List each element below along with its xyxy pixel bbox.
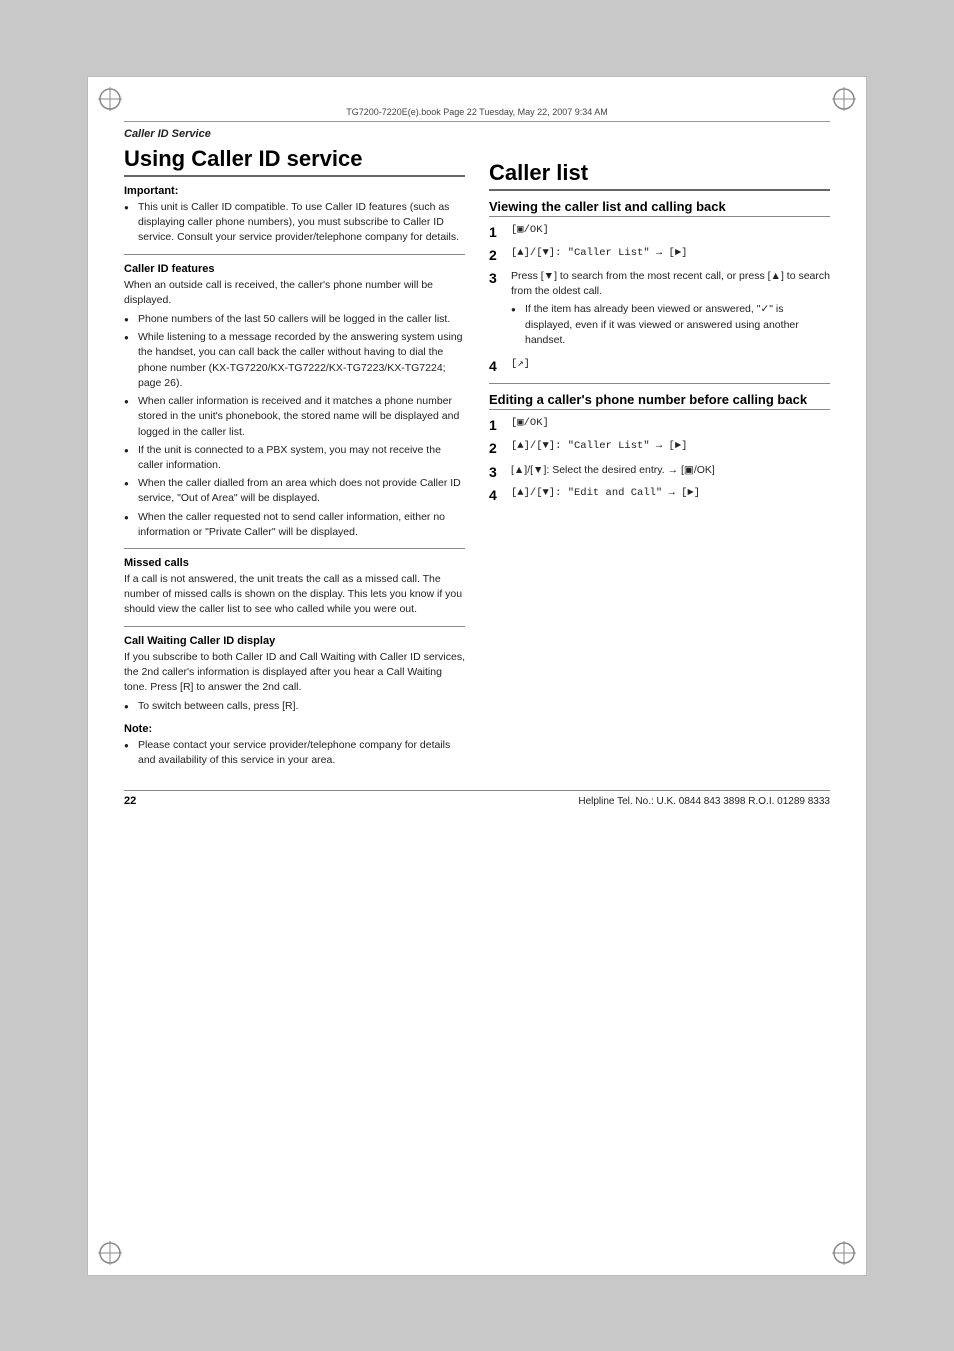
edit-section-heading: Editing a caller's phone number before c… bbox=[489, 392, 830, 410]
step-4: 4 [↗] bbox=[489, 357, 830, 375]
caller-id-bullets: Phone numbers of the last 50 callers wil… bbox=[124, 312, 465, 540]
list-item: When caller information is received and … bbox=[124, 394, 465, 440]
edit-step-2: 2 [▲]/[▼]: "Caller List" → [►] bbox=[489, 439, 830, 457]
right-main-heading: Caller list bbox=[489, 160, 830, 191]
list-item: This unit is Caller ID compatible. To us… bbox=[124, 200, 465, 246]
edit-step-1: 1 [▣/OK] bbox=[489, 416, 830, 434]
note-label: Note: bbox=[124, 723, 465, 735]
caller-id-features-heading: Caller ID features bbox=[124, 263, 465, 275]
call-waiting-text: If you subscribe to both Caller ID and C… bbox=[124, 650, 465, 696]
divider bbox=[124, 548, 465, 549]
view-section-heading: Viewing the caller list and calling back bbox=[489, 199, 830, 217]
step-3-bullets: If the item has already been viewed or a… bbox=[511, 302, 830, 348]
missed-calls-heading: Missed calls bbox=[124, 557, 465, 569]
list-item: If the item has already been viewed or a… bbox=[511, 302, 830, 348]
list-item: When the caller requested not to send ca… bbox=[124, 510, 465, 540]
list-item: When the caller dialled from an area whi… bbox=[124, 476, 465, 506]
edit-step-num-2: 2 bbox=[489, 439, 507, 457]
reg-mark-tr bbox=[830, 85, 858, 113]
divider bbox=[489, 383, 830, 384]
edit-step-content-3: [▲]/[▼]: Select the desired entry. → [▣/… bbox=[511, 463, 830, 478]
edit-step-num-3: 3 bbox=[489, 463, 507, 481]
note-bullets: Please contact your service provider/tel… bbox=[124, 738, 465, 768]
file-meta: TG7200-7220E(e).book Page 22 Tuesday, Ma… bbox=[124, 107, 830, 122]
edit-step-content-1: [▣/OK] bbox=[511, 416, 830, 431]
step-3: 3 Press [▼] to search from the most rece… bbox=[489, 269, 830, 352]
helpline-text: Helpline Tel. No.: U.K. 0844 843 3898 R.… bbox=[578, 796, 830, 807]
list-item: While listening to a message recorded by… bbox=[124, 330, 465, 391]
edit-step-4: 4 [▲]/[▼]: "Edit and Call" → [►] bbox=[489, 486, 830, 504]
call-waiting-heading: Call Waiting Caller ID display bbox=[124, 635, 465, 647]
divider bbox=[124, 254, 465, 255]
edit-step-num-4: 4 bbox=[489, 486, 507, 504]
step-2: 2 [▲]/[▼]: "Caller List" → [►] bbox=[489, 246, 830, 264]
important-label: Important: bbox=[124, 185, 465, 197]
step-content-3: Press [▼] to search from the most recent… bbox=[511, 269, 830, 352]
left-main-heading: Using Caller ID service bbox=[124, 146, 465, 177]
step-1: 1 [▣/OK] bbox=[489, 223, 830, 241]
document-page: TG7200-7220E(e).book Page 22 Tuesday, Ma… bbox=[87, 76, 867, 1276]
step-num-1: 1 bbox=[489, 223, 507, 241]
reg-mark-tl bbox=[96, 85, 124, 113]
caller-id-features-intro: When an outside call is received, the ca… bbox=[124, 278, 465, 308]
list-item: To switch between calls, press [R]. bbox=[124, 699, 465, 714]
step-content-4: [↗] bbox=[511, 357, 830, 372]
missed-calls-text: If a call is not answered, the unit trea… bbox=[124, 572, 465, 618]
divider bbox=[124, 626, 465, 627]
step-num-2: 2 bbox=[489, 246, 507, 264]
edit-step-num-1: 1 bbox=[489, 416, 507, 434]
important-bullets: This unit is Caller ID compatible. To us… bbox=[124, 200, 465, 246]
list-item: If the unit is connected to a PBX system… bbox=[124, 443, 465, 473]
list-item: Please contact your service provider/tel… bbox=[124, 738, 465, 768]
page-number: 22 bbox=[124, 795, 136, 807]
step-content-2: [▲]/[▼]: "Caller List" → [►] bbox=[511, 246, 830, 261]
step-content-1: [▣/OK] bbox=[511, 223, 830, 238]
section-label: Caller ID Service bbox=[124, 128, 830, 140]
reg-mark-br bbox=[830, 1239, 858, 1267]
list-item: Phone numbers of the last 50 callers wil… bbox=[124, 312, 465, 327]
left-column: Using Caller ID service Important: This … bbox=[124, 146, 465, 773]
right-column: Caller list Viewing the caller list and … bbox=[489, 146, 830, 773]
step-num-4: 4 bbox=[489, 357, 507, 375]
edit-step-content-2: [▲]/[▼]: "Caller List" → [►] bbox=[511, 439, 830, 454]
call-waiting-bullets: To switch between calls, press [R]. bbox=[124, 699, 465, 714]
reg-mark-bl bbox=[96, 1239, 124, 1267]
page-footer: 22 Helpline Tel. No.: U.K. 0844 843 3898… bbox=[124, 790, 830, 807]
edit-step-3: 3 [▲]/[▼]: Select the desired entry. → [… bbox=[489, 463, 830, 481]
step-num-3: 3 bbox=[489, 269, 507, 287]
edit-step-content-4: [▲]/[▼]: "Edit and Call" → [►] bbox=[511, 486, 830, 501]
